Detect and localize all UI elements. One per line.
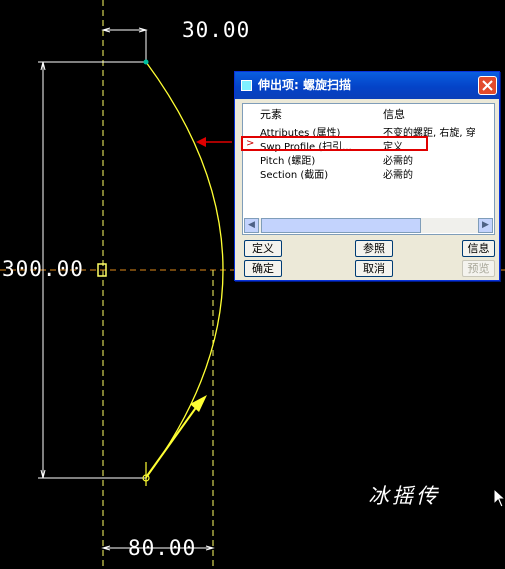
list-item[interactable]: Section (截面) 必需的 [243,166,494,181]
row-info: 必需的 [383,170,413,181]
row-element: Pitch (螺距) [260,156,316,167]
window-icon [241,80,252,91]
curve-endpoint-top [143,59,149,65]
column-header-element[interactable]: 元素 [260,106,282,122]
column-header-info[interactable]: 信息 [383,106,405,122]
sweep-dialog: 伸出项: 螺旋扫描 元素 信息 Attributes (属性) 不变的螺距, 右… [234,71,500,281]
dimension-300-label[interactable]: 300.00 [2,257,84,281]
define-button[interactable]: 定义 [244,240,282,257]
dimension-30-label[interactable]: 30.00 [182,18,250,42]
dialog-title: 伸出项: 螺旋扫描 [258,78,351,92]
element-list[interactable]: 元素 信息 Attributes (属性) 不变的螺距, 右旋, 穿 > Swp… [242,103,495,235]
red-pointer-arrow [196,137,232,147]
row-info: 必需的 [383,156,413,167]
refs-button[interactable]: 参照 [355,240,393,257]
highlight-box [241,136,428,151]
horizontal-scrollbar[interactable]: ◀ ▶ [244,218,493,233]
mouse-cursor-icon [493,488,505,508]
dimension-30 [101,27,148,62]
scroll-right-icon[interactable]: ▶ [478,218,493,233]
scroll-left-icon[interactable]: ◀ [244,218,259,233]
list-item[interactable]: Pitch (螺距) 必需的 [243,152,494,167]
start-point-marker [142,395,207,486]
scroll-thumb[interactable] [261,218,421,233]
watermark-text: 冰摇传 [368,484,440,508]
dialog-titlebar[interactable]: 伸出项: 螺旋扫描 [235,72,499,99]
cancel-button[interactable]: 取消 [355,260,393,277]
preview-button: 预览 [462,260,495,277]
row-element: Section (截面) [260,170,329,181]
close-button[interactable] [478,76,497,95]
ok-button[interactable]: 确定 [244,260,282,277]
close-icon [482,80,493,91]
dimension-80-label[interactable]: 80.00 [128,536,196,560]
info-button[interactable]: 信息 [462,240,495,257]
